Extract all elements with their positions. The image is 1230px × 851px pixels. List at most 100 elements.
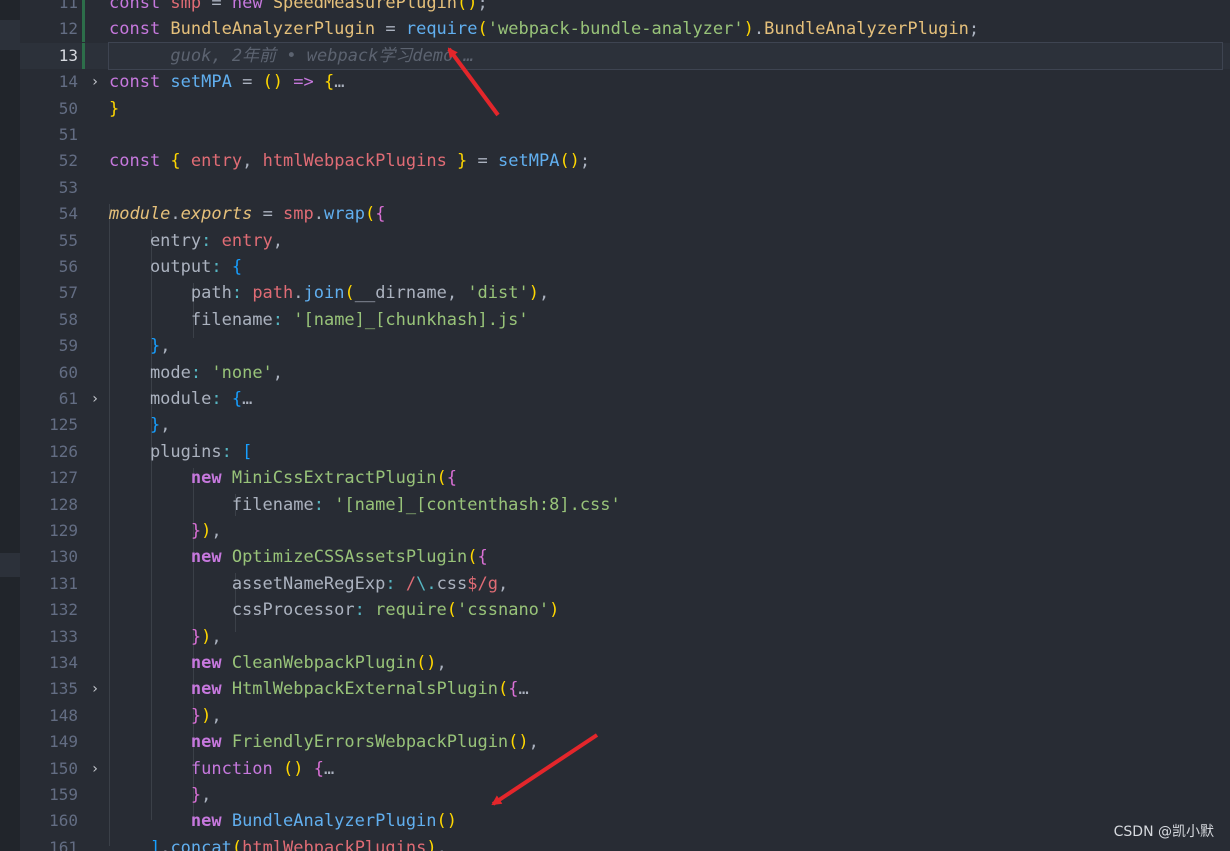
code-token: {	[231, 389, 243, 409]
code-token: 'none'	[211, 362, 273, 383]
code-text[interactable]: entry: entry,	[109, 228, 1222, 254]
code-token: …	[323, 758, 335, 779]
code-token: htmlWebpackPlugins	[242, 837, 427, 851]
code-token: ,	[436, 653, 447, 673]
code-token: entry	[109, 230, 202, 251]
code-token: {	[446, 468, 458, 489]
code-text[interactable]: }),	[109, 703, 1222, 729]
code-text[interactable]: },	[109, 333, 1222, 359]
code-token: 'dist'	[467, 283, 529, 304]
code-token: (	[344, 283, 355, 304]
code-text[interactable]: const setMPA = () => {…	[109, 69, 1222, 95]
code-token: {	[508, 679, 519, 700]
code-text[interactable]: }	[109, 96, 1222, 122]
code-token: (	[436, 468, 447, 489]
code-token: .	[293, 283, 304, 304]
line-number: 160	[49, 811, 78, 831]
code-text[interactable]: mode: 'none',	[109, 360, 1222, 386]
code-text[interactable]	[109, 175, 1222, 201]
code-text[interactable]: output: {	[109, 254, 1222, 280]
code-text[interactable]: new HtmlWebpackExternalsPlugin({…	[109, 676, 1222, 702]
line-number: 134	[49, 653, 78, 672]
code-text[interactable]: ].concat(htmlWebpackPlugins),	[109, 835, 1222, 851]
code-token: ,	[538, 283, 550, 304]
code-line: 54 module.exports = smp.wrap({	[20, 201, 1230, 227]
code-text[interactable]: const { entry, htmlWebpackPlugins } = se…	[109, 148, 1222, 174]
code-token: /	[405, 573, 417, 594]
code-token: .	[753, 19, 765, 40]
code-text[interactable]: }),	[109, 518, 1222, 544]
code-text[interactable]: path: path.join(__dirname, 'dist'),	[109, 280, 1222, 306]
code-line: 161 ].concat(htmlWebpackPlugins),	[20, 835, 1230, 851]
code-token: {	[477, 547, 488, 568]
line-number: 11	[58, 0, 78, 12]
code-text[interactable]: plugins: [	[109, 439, 1222, 465]
code-token: entry	[221, 230, 273, 251]
code-text[interactable]: const smp = new SpeedMeasurePlugin();	[109, 0, 1222, 16]
fold-chevron-icon[interactable]: ›	[88, 756, 102, 782]
code-token: :	[231, 283, 253, 304]
code-text[interactable]: module.exports = smp.wrap({	[109, 201, 1222, 227]
code-text[interactable]: new BundleAnalyzerPlugin()	[109, 808, 1222, 834]
line-number: 14	[58, 72, 78, 92]
code-text[interactable]: new OptimizeCSSAssetsPlugin({	[109, 544, 1222, 570]
code-token: (	[364, 204, 376, 225]
line-number: 56	[58, 257, 78, 276]
code-token: require	[375, 600, 447, 621]
code-line: 150 › function () {…	[20, 756, 1230, 782]
code-token: ()	[262, 72, 284, 93]
code-text[interactable]: const BundleAnalyzerPlugin = require('we…	[109, 16, 1222, 42]
code-token: }	[109, 98, 120, 119]
code-text[interactable]: function () {…	[109, 756, 1222, 782]
code-text[interactable]: assetNameRegExp: /\.css$/g,	[109, 571, 1222, 597]
code-token: :	[354, 600, 376, 621]
code-text[interactable]: guok, 2年前 • webpack学习demo …	[108, 41, 1223, 70]
code-token: :	[211, 389, 232, 409]
code-token: )	[201, 521, 212, 541]
code-token: =	[467, 151, 499, 172]
git-change-marker	[82, 42, 85, 69]
line-number: 60	[58, 362, 78, 382]
code-line: 50}	[20, 96, 1230, 122]
code-line: 12 const BundleAnalyzerPlugin = require('…	[20, 16, 1230, 43]
code-text[interactable]: }),	[109, 624, 1222, 650]
line-number: 13	[58, 45, 78, 65]
fold-chevron-icon[interactable]: ›	[88, 676, 102, 702]
code-text[interactable]: new FriendlyErrorsWebpackPlugin(),	[109, 729, 1222, 755]
fold-chevron-icon[interactable]: ›	[88, 386, 102, 412]
code-token: \.	[416, 573, 437, 594]
code-text[interactable]: new CleanWebpackPlugin(),	[109, 650, 1222, 676]
code-token: exports	[180, 204, 253, 225]
code-text[interactable]	[109, 122, 1222, 148]
code-token: {	[375, 204, 386, 225]
code-token: function	[109, 758, 283, 779]
code-token: ,	[436, 837, 447, 851]
code-text[interactable]: filename: '[name]_[contenthash:8].css'	[109, 492, 1222, 518]
code-token: ()	[283, 758, 314, 779]
code-line: 127 new MiniCssExtractPlugin({	[20, 465, 1230, 491]
line-number: 57	[58, 283, 78, 303]
code-token: setMPA	[170, 72, 232, 93]
code-token: const	[109, 19, 171, 40]
activity-bar-item[interactable]	[0, 20, 20, 50]
code-line: 11 const smp = new SpeedMeasurePlugin();	[20, 0, 1230, 16]
code-token: ,	[498, 573, 509, 594]
code-token: concat	[170, 837, 232, 851]
code-token: …	[242, 389, 253, 409]
line-number: 161	[49, 837, 78, 851]
code-text[interactable]: cssProcessor: require('cssnano')	[109, 597, 1222, 623]
code-token: :	[385, 573, 406, 594]
code-editor[interactable]: 11 const smp = new SpeedMeasurePlugin(); 1…	[20, 0, 1230, 851]
fold-chevron-icon[interactable]: ›	[88, 69, 102, 95]
activity-bar-item[interactable]	[0, 553, 20, 577]
code-token: ()	[457, 0, 478, 13]
code-token: ;	[477, 0, 488, 13]
code-text[interactable]: filename: '[name]_[chunkhash].js'	[109, 307, 1222, 333]
code-text[interactable]: module: {…	[109, 386, 1222, 412]
line-number: 53	[58, 177, 78, 197]
code-text[interactable]: },	[109, 782, 1222, 808]
code-text[interactable]: },	[109, 412, 1222, 438]
line-number: 55	[58, 230, 78, 250]
code-text[interactable]: new MiniCssExtractPlugin({	[109, 465, 1222, 491]
code-token: cssProcessor	[109, 600, 355, 621]
